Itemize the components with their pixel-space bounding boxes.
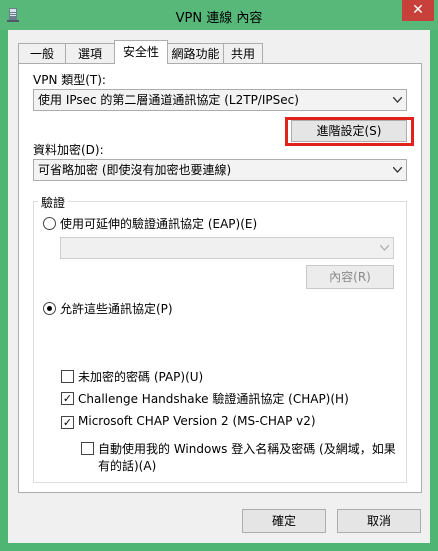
ok-button[interactable]: 確定: [242, 509, 326, 533]
tab-label: 選項: [77, 47, 102, 61]
chap-checkbox[interactable]: ✓: [61, 392, 74, 405]
eap-method-select[interactable]: [60, 237, 394, 259]
properties-button[interactable]: 內容(R): [306, 265, 394, 289]
vpn-type-value: 使用 IPsec 的第二層通道通訊協定 (L2TP/IPSec): [38, 93, 299, 107]
mschapv2-checkbox[interactable]: ✓: [61, 416, 74, 429]
eap-radio[interactable]: [43, 217, 56, 230]
tab-label: 共用: [230, 47, 255, 61]
chevron-down-icon: [393, 97, 402, 103]
pap-checkbox[interactable]: [61, 370, 74, 383]
vpn-type-select[interactable]: 使用 IPsec 的第二層通道通訊協定 (L2TP/IPSec): [33, 89, 407, 111]
pap-label[interactable]: 未加密的密碼 (PAP)(U): [78, 368, 203, 385]
auto-logon-label-line1[interactable]: 自動使用我的 Windows 登入名稱及密碼 (及網域，如果: [98, 440, 396, 457]
allow-protocols-label[interactable]: 允許這些通訊協定(P): [60, 300, 173, 317]
auto-logon-label-line2[interactable]: 有的話)(A): [98, 457, 156, 474]
tab-security[interactable]: 安全性: [114, 40, 168, 64]
cancel-button[interactable]: 取消: [337, 509, 421, 533]
window-title: VPN 連線 內容: [175, 11, 263, 26]
close-icon: ✕: [412, 2, 424, 18]
encryption-value: 可省略加密 (即使沒有加密也要連線): [38, 163, 232, 177]
cancel-label: 取消: [366, 514, 391, 528]
tab-label: 安全性: [122, 45, 159, 59]
allow-protocols-radio[interactable]: [43, 302, 56, 315]
tab-label: 一般: [29, 47, 54, 61]
tab-label: 網路功能: [171, 47, 220, 61]
eap-radio-label[interactable]: 使用可延伸的驗證通訊協定 (EAP)(E): [60, 215, 257, 232]
authentication-group-label: 驗證: [38, 194, 69, 211]
encryption-label: 資料加密(D):: [33, 143, 104, 157]
tab-sharing[interactable]: 共用: [223, 43, 263, 63]
advanced-settings-button[interactable]: 進階設定(S): [291, 120, 407, 142]
auto-logon-checkbox[interactable]: [81, 442, 94, 455]
vpn-type-label: VPN 類型(T):: [33, 73, 106, 87]
chap-label[interactable]: Challenge Handshake 驗證通訊協定 (CHAP)(H): [78, 390, 349, 407]
ok-label: 確定: [271, 514, 296, 528]
encryption-select[interactable]: 可省略加密 (即使沒有加密也要連線): [33, 159, 407, 181]
close-button[interactable]: ✕: [402, 0, 434, 21]
advanced-settings-label: 進階設定(S): [316, 124, 382, 138]
tab-general[interactable]: 一般: [18, 43, 66, 63]
tab-options[interactable]: 選項: [65, 43, 115, 63]
mschapv2-label[interactable]: Microsoft CHAP Version 2 (MS-CHAP v2): [78, 414, 316, 428]
chevron-down-icon: [380, 245, 389, 251]
properties-label: 內容(R): [329, 270, 371, 284]
chevron-down-icon: [393, 167, 402, 173]
tab-networking[interactable]: 網路功能: [167, 43, 224, 63]
